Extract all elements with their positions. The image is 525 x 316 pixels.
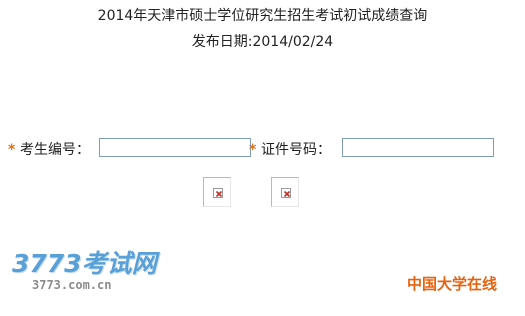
logo-url-text: 3773.com.cn [32,278,112,292]
submit-button[interactable] [203,177,231,207]
broken-image-icon [213,188,223,198]
query-form: * 考生编号： * 证件号码： [0,138,525,162]
id-number-label: 证件号码： [261,142,331,158]
required-mark: * [249,142,257,158]
publish-date: 发布日期:2014/02/24 [191,34,334,50]
exam-number-label: 考生编号： [20,142,90,158]
page-title: 2014年天津市硕士学位研究生招生考试初试成绩查询 [97,8,428,24]
logo-text: 3773考试网 [12,249,157,278]
required-mark: * [8,142,16,158]
broken-image-icon [281,188,291,198]
exam-number-input[interactable] [99,138,251,157]
site-watermark-logo: 3773考试网 3773.com.cn [12,250,182,302]
id-number-input[interactable] [342,138,494,157]
reset-button[interactable] [271,177,299,207]
brand-text: 中国大学在线 [406,275,497,293]
